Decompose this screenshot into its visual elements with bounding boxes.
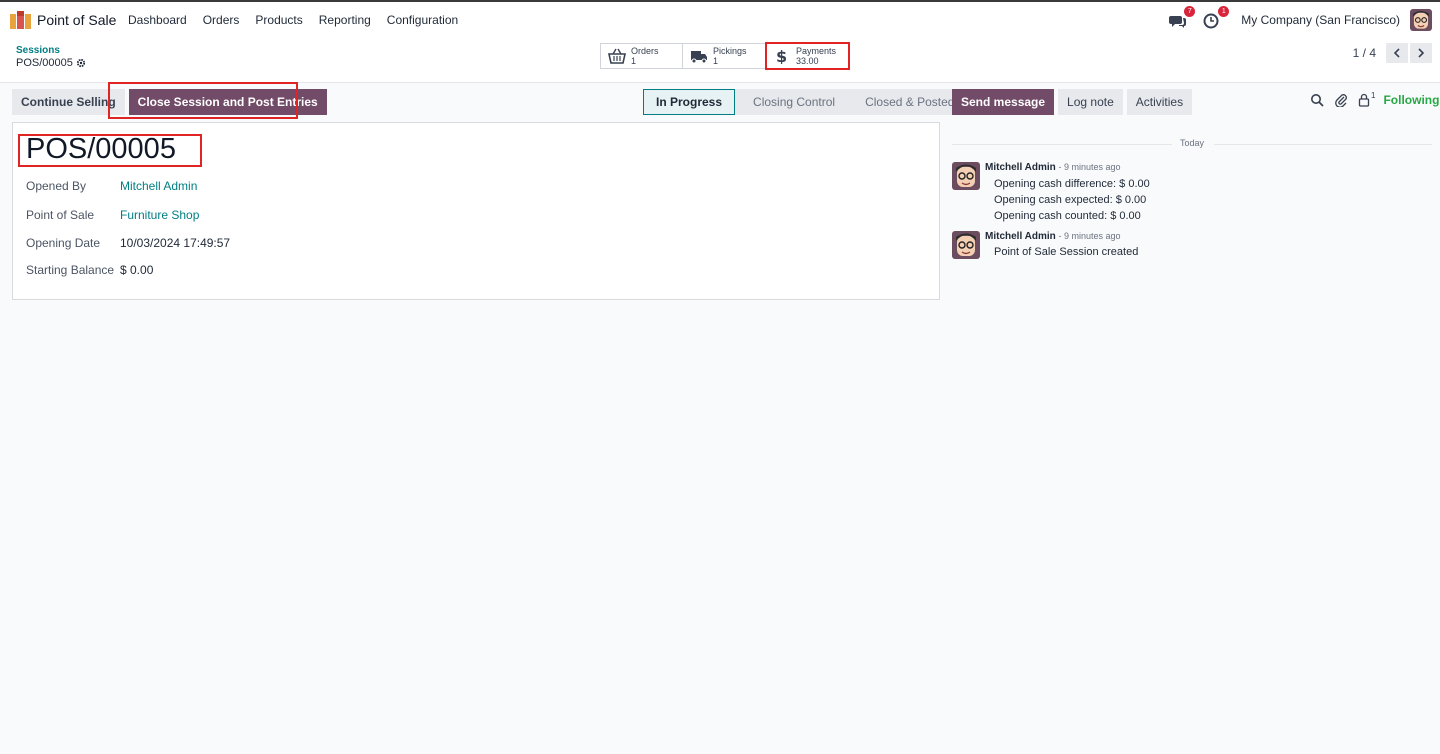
top-navbar: Point of Sale Dashboard Orders Products … [0, 0, 1440, 38]
menu-configuration[interactable]: Configuration [387, 13, 458, 27]
avatar[interactable] [952, 231, 980, 259]
followers-count: 1 [1371, 90, 1376, 100]
activities-button[interactable]: 1 [1203, 6, 1230, 30]
opened-by-link[interactable]: Mitchell Admin [120, 179, 197, 193]
message-line: Opening cash counted: $ 0.00 [994, 210, 1141, 222]
field-label: Opening Date [26, 236, 101, 250]
payments-value: 33.00 [796, 56, 819, 66]
message-line: Opening cash expected: $ 0.00 [994, 194, 1147, 206]
payments-smart-button[interactable]: $ Payments 33.00 [765, 42, 850, 70]
close-session-highlight [108, 82, 298, 119]
author-avatar-image [952, 231, 980, 259]
basket-icon [608, 48, 626, 64]
opening-date-value: 10/03/2024 17:49:57 [120, 236, 231, 250]
field-label: Starting Balance [26, 263, 115, 277]
field-label: Opened By [26, 179, 87, 193]
field-point-of-sale: Point of Sale Furniture Shop [26, 208, 199, 222]
breadcrumb-current: POS/00005 [16, 57, 86, 69]
message-line: Opening cash difference: $ 0.00 [994, 178, 1150, 190]
author-name[interactable]: Mitchell Admin [985, 231, 1056, 242]
company-switcher[interactable]: My Company (San Francisco) [1241, 13, 1400, 27]
chatter-tools: 1 Following [1310, 90, 1439, 107]
point-of-sale-link[interactable]: Furniture Shop [120, 208, 199, 222]
dollar-icon: $ [776, 48, 787, 64]
log-note-button[interactable]: Log note [1058, 89, 1123, 115]
send-message-button[interactable]: Send message [952, 89, 1055, 115]
stage-closing-control[interactable]: Closing Control [735, 89, 848, 115]
orders-smart-button[interactable]: Orders 1 [600, 43, 683, 69]
navbar-systray: 7 1 My Company (San Francisco) [1169, 6, 1432, 31]
separator-line [952, 144, 1172, 145]
app-name[interactable]: Point of Sale [37, 12, 116, 28]
date-separator-label: Today [1180, 138, 1205, 148]
pickings-label: Pickings [713, 46, 747, 56]
menu-reporting[interactable]: Reporting [319, 13, 371, 27]
pager-value[interactable]: 1 / 4 [1353, 46, 1376, 60]
orders-value: 1 [631, 56, 637, 66]
orders-label: Orders [631, 46, 659, 56]
pos-app-icon[interactable] [10, 11, 32, 29]
smart-buttons: Orders 1 Pickings 1 $ Payments 33.00 [600, 42, 850, 70]
author-avatar-image [952, 162, 980, 190]
pager-next-button[interactable] [1410, 43, 1432, 63]
pager-previous-button[interactable] [1386, 43, 1408, 63]
activities-button[interactable]: Activities [1126, 89, 1193, 115]
separator-line [1214, 144, 1432, 145]
main-menu: Dashboard Orders Products Reporting Conf… [128, 13, 474, 27]
gear-icon[interactable] [76, 58, 86, 68]
chevron-left-icon [1393, 48, 1400, 58]
message-time: - 9 minutes ago [1058, 231, 1121, 241]
clock-icon [1203, 13, 1219, 29]
starting-balance-value: $ 0.00 [120, 263, 154, 277]
control-panel: Sessions POS/00005 Orders 1 Pickings 1 $… [0, 38, 1440, 83]
menu-dashboard[interactable]: Dashboard [128, 13, 187, 27]
pager: 1 / 4 [1353, 43, 1432, 63]
search-icon[interactable] [1310, 93, 1324, 107]
followers-lock-icon[interactable] [1358, 93, 1370, 107]
date-separator: Today [952, 138, 1432, 150]
svg-text:$: $ [776, 48, 787, 64]
following-button[interactable]: Following [1383, 93, 1439, 107]
author-name[interactable]: Mitchell Admin [985, 162, 1056, 173]
payments-label: Payments [796, 46, 837, 56]
message-author: Mitchell Admin - 9 minutes ago [985, 162, 1121, 173]
pickings-value: 1 [713, 56, 719, 66]
messages-badge: 7 [1184, 6, 1196, 17]
message-author: Mitchell Admin - 9 minutes ago [985, 231, 1121, 242]
field-label: Point of Sale [26, 208, 95, 222]
stage-in-progress[interactable]: In Progress [643, 89, 736, 115]
breadcrumb-current-label: POS/00005 [16, 57, 73, 69]
field-starting-balance: Starting Balance $ 0.00 [26, 263, 153, 277]
user-avatar[interactable] [1410, 9, 1432, 31]
statusbar: In Progress Closing Control Closed & Pos… [643, 89, 967, 115]
chatter-topbar: Send message Log note Activities [952, 89, 1193, 115]
activities-badge: 1 [1218, 6, 1230, 17]
avatar[interactable] [952, 162, 980, 190]
message-time: - 9 minutes ago [1058, 162, 1121, 172]
menu-products[interactable]: Products [255, 13, 302, 27]
truck-icon [691, 51, 707, 64]
messages-button[interactable]: 7 [1169, 6, 1196, 30]
field-opened-by: Opened By Mitchell Admin [26, 179, 197, 193]
field-opening-date: Opening Date 10/03/2024 17:49:57 [26, 236, 230, 250]
breadcrumb-sessions[interactable]: Sessions [16, 45, 60, 56]
chevron-right-icon [1418, 48, 1425, 58]
stage-closed-posted[interactable]: Closed & Posted [847, 89, 967, 115]
title-highlight [18, 134, 202, 167]
menu-orders[interactable]: Orders [203, 13, 240, 27]
message-line: Point of Sale Session created [994, 246, 1139, 258]
paperclip-icon[interactable] [1334, 93, 1348, 107]
user-avatar-image [1410, 9, 1432, 31]
pickings-smart-button[interactable]: Pickings 1 [683, 43, 766, 69]
